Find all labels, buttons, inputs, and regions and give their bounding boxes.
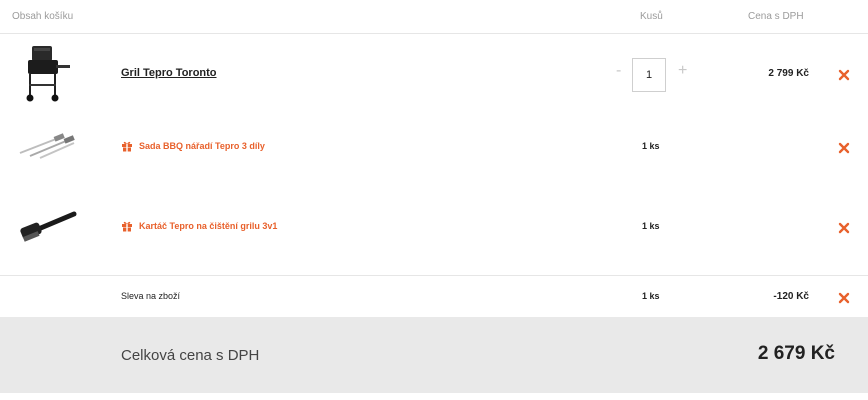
discount-qty: 1 ks (642, 291, 660, 301)
remove-item-close-icon[interactable] (838, 69, 850, 81)
cart-row-gift-brush: Kartáč Tepro na čištění grilu 3v1 1 ks (0, 190, 868, 262)
product-price: 2 799 Kč (768, 68, 809, 79)
remove-gift-1-close-icon[interactable] (838, 142, 850, 154)
cart-total-bar: Celková cena s DPH 2 679 Kč (0, 317, 868, 393)
gift-item-2: Kartáč Tepro na čištění grilu 3v1 (121, 220, 277, 232)
gift-item-1: Sada BBQ nářadí Tepro 3 díly (121, 140, 265, 152)
remove-gift-2-close-icon[interactable] (838, 222, 850, 234)
gift-item-2-qty: 1 ks (642, 221, 660, 231)
cart-row-grill: Gril Tepro Toronto - + 2 799 Kč (0, 35, 868, 113)
cart-header: Obsah košíku Kusů Cena s DPH (0, 0, 868, 34)
grill-brush-image (20, 211, 77, 242)
remove-discount-close-icon[interactable] (838, 292, 850, 304)
gift-item-2-label: Kartáč Tepro na čištění grilu 3v1 (139, 221, 278, 231)
gift-item-1-qty: 1 ks (642, 141, 660, 151)
header-qty-label: Kusů (640, 11, 663, 22)
product-name-link[interactable]: Gril Tepro Toronto (121, 67, 217, 79)
qty-input[interactable] (632, 58, 666, 92)
header-price-label: Cena s DPH (748, 11, 804, 22)
gift-item-1-label: Sada BBQ nářadí Tepro 3 díly (139, 141, 265, 151)
gift-icon (122, 141, 132, 152)
cart-row-discount: Sleva na zboží 1 ks -120 Kč (0, 275, 868, 317)
qty-decrease-button[interactable]: - (616, 63, 621, 79)
discount-price: -120 Kč (773, 291, 809, 302)
total-value: 2 679 Kč (757, 343, 835, 364)
qty-increase-button[interactable]: + (678, 63, 687, 79)
total-label: Celková cena s DPH (121, 347, 260, 364)
bbq-tools-image (19, 133, 75, 159)
header-content-label: Obsah košíku (12, 11, 74, 22)
gift-icon (122, 221, 132, 232)
cart-row-gift-tools: Sada BBQ nářadí Tepro 3 díly 1 ks (0, 113, 868, 183)
discount-label: Sleva na zboží (121, 291, 181, 301)
grill-image (26, 46, 70, 102)
